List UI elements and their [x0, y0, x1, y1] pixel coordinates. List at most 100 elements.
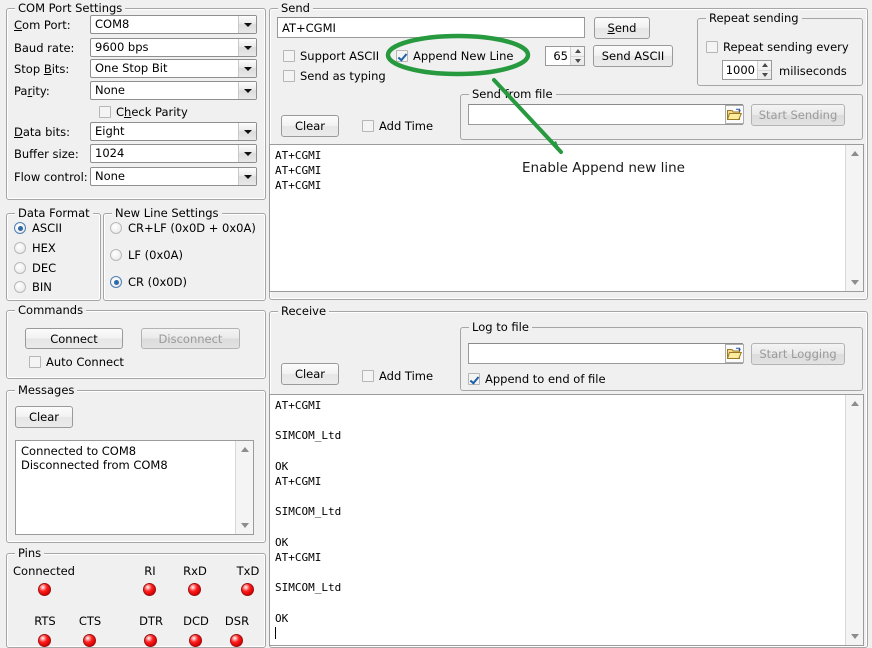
pin-label-connected: Connected [8, 565, 80, 578]
send-command-input[interactable]: AT+CGMI [277, 17, 585, 38]
annotation-text: Enable Append new line [522, 160, 685, 176]
repeat-sending-checkbox[interactable]: Repeat sending every [706, 40, 849, 54]
flow-control-value: None [91, 168, 238, 185]
spinner-buttons[interactable] [757, 61, 771, 79]
data-bits-combo[interactable]: Eight [90, 122, 257, 141]
baud-rate-combo[interactable]: 9600 bps [90, 38, 257, 57]
send-ascii-button[interactable]: Send ASCII [593, 45, 673, 67]
new-line-cr-label: CR (0x0D) [128, 275, 187, 289]
new-line-lf-label: LF (0x0A) [128, 248, 183, 262]
parity-combo[interactable]: None [90, 81, 257, 100]
chevron-down-icon[interactable] [238, 168, 256, 185]
pin-label-dsr: DSR [214, 615, 260, 628]
baud-rate-label: Baud rate: [14, 41, 74, 55]
start-sending-button[interactable]: Start Sending [751, 104, 845, 126]
pin-label-txd: TxD [226, 565, 270, 578]
radio-circle [110, 222, 122, 234]
repeat-interval-value: 1000 [723, 61, 757, 79]
check-parity-checkbox[interactable]: Check Parity [99, 105, 188, 119]
receive-clear-button[interactable]: Clear [281, 363, 339, 385]
scroll-down-icon[interactable] [236, 518, 253, 533]
com-port-combo[interactable]: COM8 [90, 15, 257, 34]
append-new-line-checkbox[interactable]: Append New Line [396, 49, 514, 63]
ascii-code-spinner[interactable]: 65 [545, 46, 585, 66]
radio-circle [110, 276, 122, 288]
checkbox-box [362, 120, 374, 132]
connect-button[interactable]: Connect [25, 328, 123, 349]
spinner-up-icon[interactable] [571, 47, 584, 57]
auto-connect-checkbox[interactable]: Auto Connect [29, 355, 124, 369]
start-logging-button[interactable]: Start Logging [751, 343, 845, 365]
pin-label-dtr: DTR [128, 615, 174, 628]
messages-log[interactable]: Connected to COM8 Disconnected from COM8 [15, 440, 254, 535]
buffer-size-combo[interactable]: 1024 [90, 144, 257, 163]
data-format-title: Data Format [15, 207, 93, 219]
chevron-down-icon[interactable] [238, 123, 256, 140]
folder-open-glyph [727, 347, 742, 360]
send-clear-button[interactable]: Clear [281, 115, 339, 137]
led-ri [143, 583, 156, 596]
stop-bits-combo[interactable]: One Stop Bit [90, 59, 257, 78]
spinner-buttons[interactable] [570, 47, 584, 65]
pin-label-rxd: RxD [173, 565, 217, 578]
scroll-up-icon[interactable] [236, 442, 253, 457]
flow-control-combo[interactable]: None [90, 167, 257, 186]
led-dtr [144, 634, 157, 647]
receive-title: Receive [278, 305, 329, 317]
ascii-code-value: 65 [546, 47, 570, 65]
scroll-up-icon[interactable] [846, 146, 863, 161]
receive-log-scrollbar[interactable] [845, 395, 863, 645]
data-format-dec-label: DEC [32, 261, 56, 275]
receive-log-text: AT+CGMI SIMCOM_Ltd OK AT+CGMI SIMCOM_Ltd… [275, 398, 843, 643]
send-button[interactable]: Send [594, 17, 650, 39]
spinner-down-icon[interactable] [571, 57, 584, 66]
checkbox-box [396, 50, 408, 62]
new-line-lf-radio[interactable]: LF (0x0A) [110, 248, 183, 262]
app-window: COM Port Settings Com Port: COM8 Baud ra… [0, 0, 872, 646]
send-add-time-checkbox[interactable]: Add Time [362, 119, 433, 133]
chevron-down-icon[interactable] [238, 145, 256, 162]
data-format-bin-label: BIN [32, 280, 52, 294]
chevron-down-icon[interactable] [238, 82, 256, 99]
log-to-file-input[interactable] [468, 343, 743, 364]
receive-log[interactable]: AT+CGMI SIMCOM_Ltd OK AT+CGMI SIMCOM_Ltd… [269, 394, 864, 646]
chevron-down-icon[interactable] [238, 16, 256, 33]
data-format-bin-radio[interactable]: BIN [14, 280, 52, 294]
support-ascii-checkbox[interactable]: Support ASCII [283, 49, 379, 63]
chevron-down-icon[interactable] [238, 39, 256, 56]
chevron-down-icon[interactable] [238, 60, 256, 77]
repeat-interval-spinner[interactable]: 1000 [722, 60, 772, 80]
messages-scrollbar[interactable] [235, 441, 253, 534]
data-format-ascii-label: ASCII [32, 221, 62, 235]
led-txd [241, 583, 254, 596]
disconnect-button[interactable]: Disconnect [141, 328, 240, 349]
new-line-crlf-radio[interactable]: CR+LF (0x0D + 0x0A) [110, 221, 256, 235]
data-format-dec-radio[interactable]: DEC [14, 261, 56, 275]
new-line-cr-radio[interactable]: CR (0x0D) [110, 275, 187, 289]
led-rxd [188, 583, 201, 596]
scroll-down-icon[interactable] [846, 629, 863, 644]
baud-rate-value: 9600 bps [91, 39, 238, 56]
send-from-file-input[interactable] [468, 104, 743, 125]
send-as-typing-checkbox[interactable]: Send as typing [283, 69, 386, 83]
log-to-file-title: Log to file [469, 321, 532, 333]
checkbox-box [706, 41, 718, 53]
pin-label-ri: RI [124, 565, 176, 578]
folder-open-icon[interactable] [725, 105, 744, 124]
checkbox-box [29, 356, 41, 368]
checkbox-box [99, 106, 111, 118]
folder-open-icon[interactable] [725, 344, 744, 363]
send-log-scrollbar[interactable] [845, 145, 863, 291]
data-format-hex-label: HEX [32, 241, 56, 255]
data-format-ascii-radio[interactable]: ASCII [14, 221, 62, 235]
scroll-down-icon[interactable] [846, 275, 863, 290]
check-parity-label: Check Parity [116, 105, 188, 119]
spinner-down-icon[interactable] [758, 71, 771, 80]
data-format-hex-radio[interactable]: HEX [14, 241, 56, 255]
scroll-up-icon[interactable] [846, 396, 863, 411]
pin-label-dcd: DCD [173, 615, 219, 628]
spinner-up-icon[interactable] [758, 61, 771, 71]
receive-add-time-checkbox[interactable]: Add Time [362, 369, 433, 383]
append-to-end-of-file-checkbox[interactable]: Append to end of file [468, 372, 606, 386]
messages-clear-button[interactable]: Clear [15, 406, 73, 428]
